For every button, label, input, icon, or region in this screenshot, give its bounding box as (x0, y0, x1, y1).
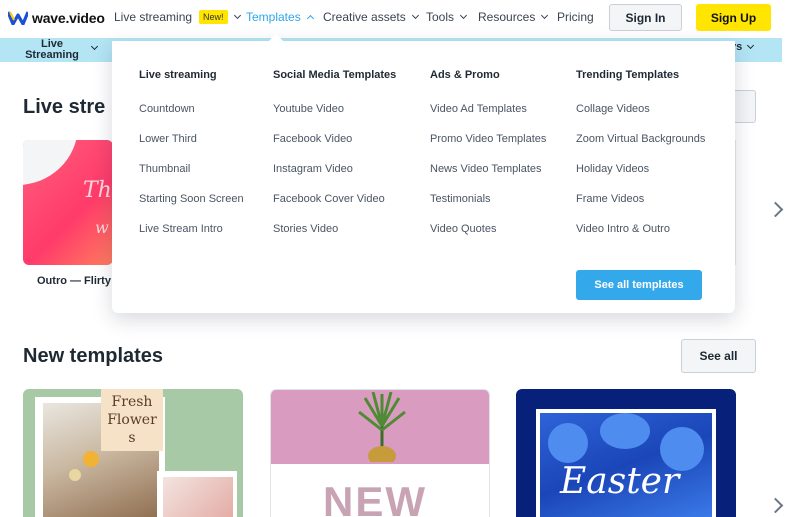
chevron-down-icon (233, 11, 241, 20)
dropdown-link[interactable]: Frame Videos (576, 193, 705, 223)
dropdown-link[interactable]: News Video Templates (430, 163, 546, 193)
dropdown-column-trending: Trending Templates Collage Videos Zoom V… (576, 69, 705, 253)
see-all-button-partial[interactable] (735, 90, 756, 123)
nav-tools[interactable]: Tools (426, 10, 468, 24)
chevron-down-icon (411, 11, 419, 20)
dropdown-link[interactable]: Starting Soon Screen (139, 193, 244, 223)
dropdown-link[interactable]: Video Quotes (430, 223, 546, 253)
template-card-new[interactable]: NEW (270, 389, 490, 517)
dropdown-link[interactable]: Instagram Video (273, 163, 396, 193)
chevron-down-icon (541, 11, 549, 20)
nav-pricing-label: Pricing (557, 10, 594, 24)
section-title-live: Live stre (23, 96, 106, 118)
column-title: Social Media Templates (273, 69, 397, 81)
flower-decoration (83, 451, 99, 467)
tag-line: s (128, 430, 136, 446)
card-headline: Easter (560, 461, 680, 502)
chevron-up-icon (306, 14, 314, 23)
top-navigation: wave.video Live streaming New! Templates… (0, 0, 786, 38)
dropdown-link[interactable]: Testimonials (430, 193, 546, 223)
pineapple-icon (358, 392, 406, 462)
dropdown-column-ads-promo: Ads & Promo Video Ad Templates Promo Vid… (430, 69, 546, 253)
category-live-streaming[interactable]: Live Streaming (22, 39, 99, 61)
carousel-next-icon[interactable] (767, 497, 784, 514)
dropdown-link[interactable]: Zoom Virtual Backgrounds (576, 133, 705, 163)
sign-in-button[interactable]: Sign In (609, 4, 682, 31)
template-card-easter[interactable]: Easter (516, 389, 736, 517)
card-photo-secondary (163, 477, 233, 517)
dropdown-link[interactable]: Facebook Cover Video (273, 193, 396, 223)
sign-up-button[interactable]: Sign Up (696, 4, 771, 31)
dropdown-link[interactable]: Stories Video (273, 223, 396, 253)
column-title: Trending Templates (576, 69, 680, 81)
nav-live-streaming[interactable]: Live streaming New! (114, 10, 241, 24)
nav-templates[interactable]: Templates (246, 10, 314, 24)
template-card-flowers[interactable]: Fresh Flower s (23, 389, 243, 517)
dropdown-column-social-media: Social Media Templates Youtube Video Fac… (273, 69, 396, 253)
dropdown-link[interactable]: Promo Video Templates (430, 133, 546, 163)
card-text: Th (83, 178, 112, 203)
column-title: Live streaming (139, 69, 217, 81)
dropdown-link[interactable]: Video Intro & Outro (576, 223, 705, 253)
see-all-templates-button[interactable]: See all templates (576, 270, 702, 300)
template-card-live[interactable]: Th w (23, 140, 113, 265)
see-all-button[interactable]: See all (681, 339, 756, 373)
dropdown-link[interactable]: Collage Videos (576, 103, 705, 133)
card-decoration (23, 140, 88, 186)
dropdown-link[interactable]: Lower Third (139, 133, 244, 163)
nav-creative-assets-label: Creative assets (323, 10, 406, 24)
tag-line: Flower (107, 412, 157, 428)
logo-text: wave.video (32, 10, 105, 26)
nav-creative-assets[interactable]: Creative assets (323, 10, 419, 24)
dropdown-link[interactable]: Youtube Video (273, 103, 396, 133)
new-badge: New! (199, 10, 228, 24)
card-caption: Outro — Flirty (37, 275, 111, 287)
nav-resources-label: Resources (478, 10, 536, 24)
dropdown-link[interactable]: Thumbnail (139, 163, 244, 193)
nav-tools-label: Tools (426, 10, 455, 24)
dropdown-column-live-streaming: Live streaming Countdown Lower Third Thu… (139, 69, 244, 253)
nav-live-streaming-label: Live streaming (114, 10, 193, 24)
card-tag: Fresh Flower s (101, 389, 163, 451)
dropdown-link[interactable]: Holiday Videos (576, 163, 705, 193)
dropdown-link[interactable]: Facebook Video (273, 133, 396, 163)
wave-logo-icon (8, 9, 28, 27)
nav-pricing[interactable]: Pricing (557, 10, 594, 24)
chevron-down-icon (459, 11, 468, 20)
card-text: w (95, 218, 109, 237)
card-headline: NEW (323, 478, 427, 517)
tag-line: Fresh (111, 394, 153, 410)
nav-resources[interactable]: Resources (478, 10, 549, 24)
flower-decoration (548, 423, 588, 463)
templates-dropdown: Live streaming Countdown Lower Third Thu… (112, 41, 735, 313)
dropdown-link[interactable]: Live Stream Intro (139, 223, 244, 253)
dropdown-link[interactable]: Video Ad Templates (430, 103, 546, 133)
nav-templates-label: Templates (246, 10, 301, 24)
column-title: Ads & Promo (430, 69, 500, 81)
flower-decoration (69, 469, 81, 481)
dropdown-link[interactable]: Countdown (139, 103, 244, 133)
carousel-next-icon[interactable] (767, 201, 784, 218)
chevron-down-icon (747, 41, 755, 50)
category-label-line2: Streaming (25, 49, 79, 61)
section-title-new-templates: New templates (23, 345, 164, 367)
logo[interactable]: wave.video (8, 9, 105, 27)
flower-decoration (600, 413, 650, 449)
